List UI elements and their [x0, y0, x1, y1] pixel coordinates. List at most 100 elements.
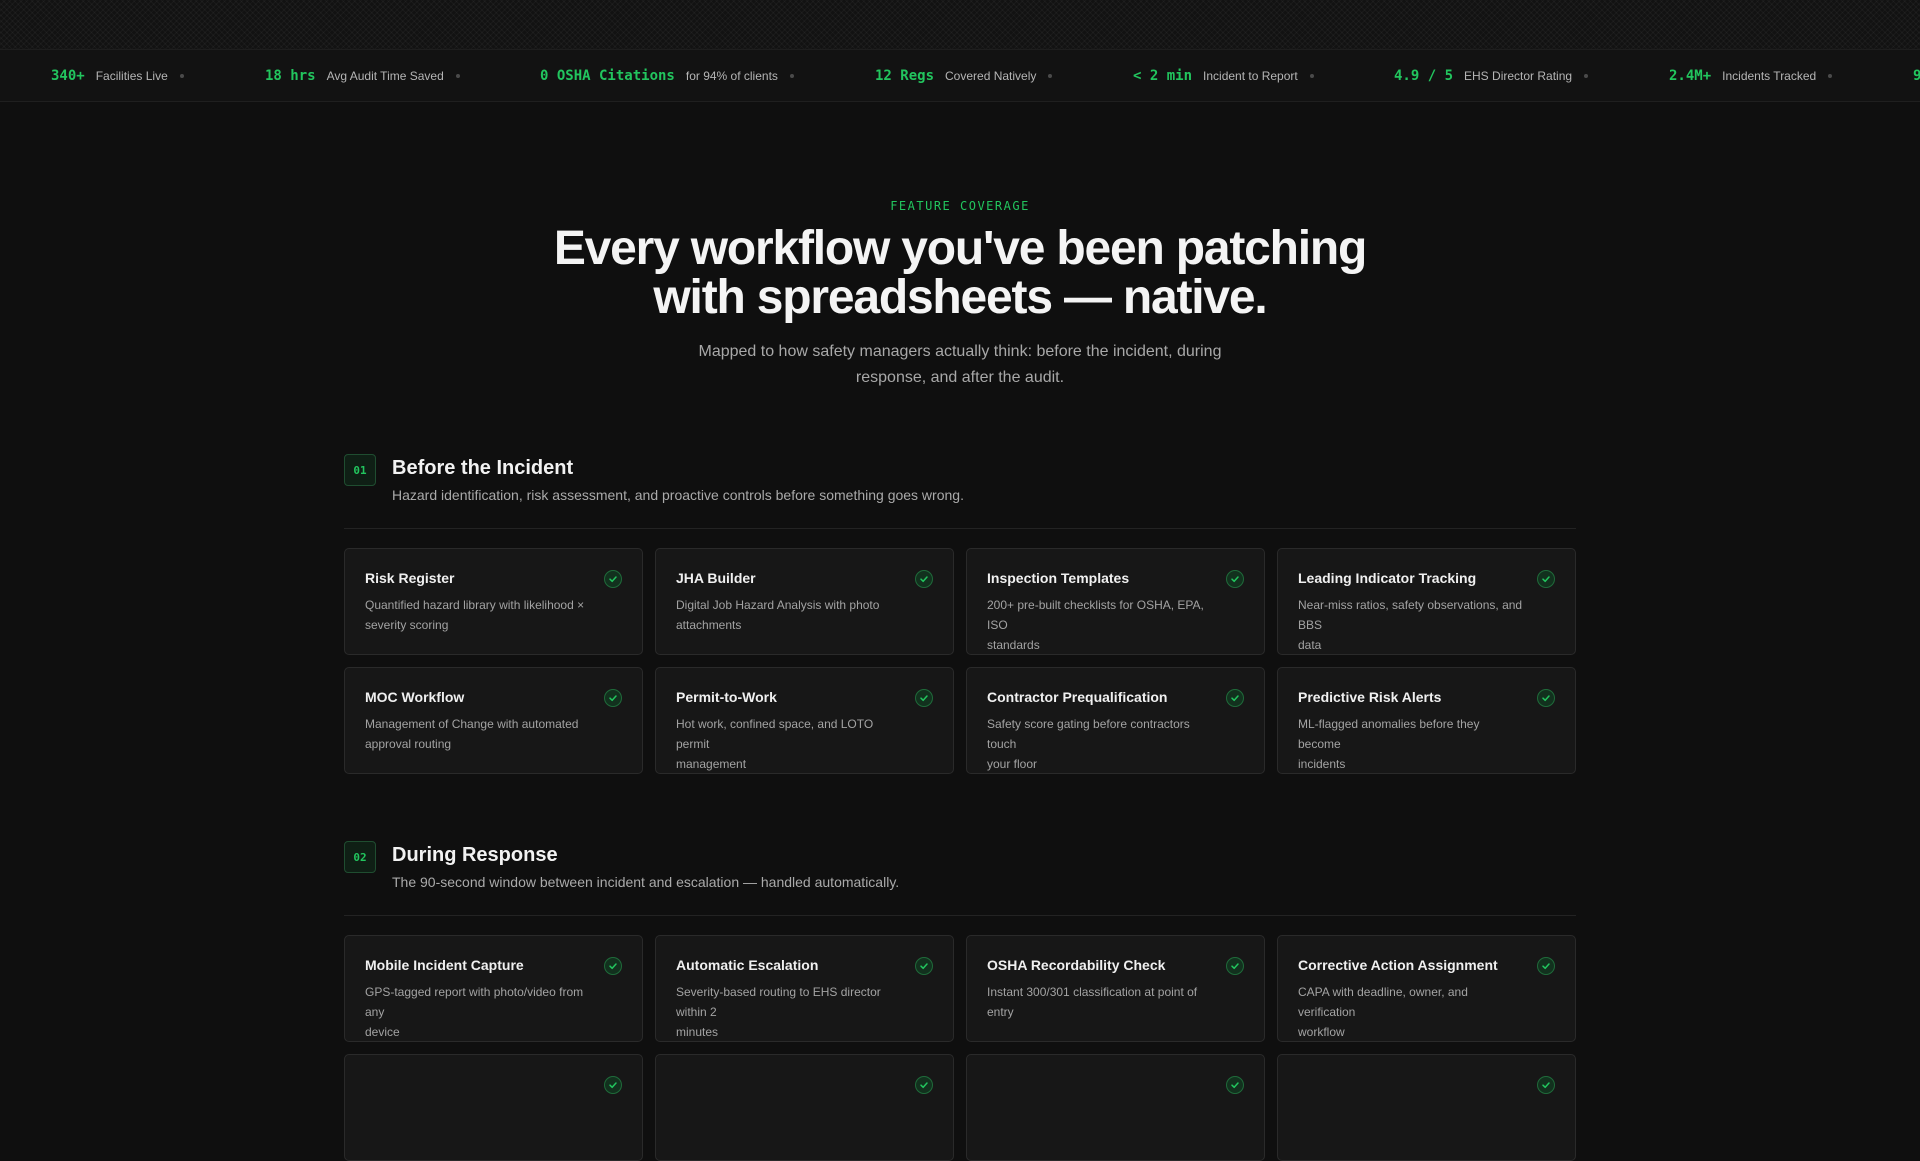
feature-card-description: 200+ pre-built checklists for OSHA, EPA,… — [987, 598, 1204, 652]
feature-card-title: Automatic Escalation — [676, 957, 819, 973]
check-circle-icon — [1226, 957, 1244, 975]
feature-card-description: Severity-based routing to EHS director w… — [676, 985, 881, 1039]
ticker-label: Incidents Tracked — [1722, 68, 1817, 83]
feature-card-permit-to-work[interactable]: Permit-to-Work Hot work, confined space,… — [655, 667, 954, 774]
feature-card-inspection-templates[interactable]: Inspection Templates 200+ pre-built chec… — [966, 548, 1265, 655]
feature-card-title: MOC Workflow — [365, 689, 465, 705]
check-circle-icon — [604, 1076, 622, 1094]
feature-card[interactable] — [655, 1054, 954, 1161]
check-circle-icon — [1537, 1076, 1555, 1094]
check-circle-icon — [1537, 689, 1555, 707]
feature-card-title: Mobile Incident Capture — [365, 957, 524, 973]
ticker-value: < 2 min — [1133, 67, 1193, 84]
section-header: 01 Before the Incident Hazard identifica… — [344, 454, 1576, 529]
ticker-item: 9 — [1913, 50, 1920, 101]
feature-card[interactable] — [1277, 1054, 1576, 1161]
ticker-track: 340+ Facilities Live 18 hrs Avg Audit Ti… — [0, 50, 1920, 101]
feature-card-description: ML-flagged anomalies before they become i… — [1298, 717, 1480, 771]
ticker-value: 0 OSHA Citations — [540, 67, 675, 84]
ticker-label: EHS Director Rating — [1464, 68, 1573, 83]
section-title: During Response — [392, 844, 558, 866]
section-description: Hazard identification, risk assessment, … — [392, 487, 964, 503]
ticker-item: 4.9 / 5 EHS Director Rating — [1394, 50, 1589, 101]
feature-card-description: Near-miss ratios, safety observations, a… — [1298, 598, 1523, 652]
feature-card-mobile-incident-capture[interactable]: Mobile Incident Capture GPS-tagged repor… — [344, 935, 643, 1042]
ticker-item: 2.4M+ Incidents Tracked — [1669, 50, 1833, 101]
feature-card-title: JHA Builder — [676, 570, 756, 586]
ticker-item: 340+ Facilities Live — [51, 50, 184, 101]
ticker-value: 4.9 / 5 — [1394, 67, 1454, 84]
feature-card[interactable] — [966, 1054, 1265, 1161]
feature-card-risk-register[interactable]: Risk Register Quantified hazard library … — [344, 548, 643, 655]
check-circle-icon — [1537, 957, 1555, 975]
dot-icon — [789, 73, 794, 78]
feature-card-description: CAPA with deadline, owner, and verificat… — [1298, 985, 1468, 1039]
feature-card-automatic-escalation[interactable]: Automatic Escalation Severity-based rout… — [655, 935, 954, 1042]
check-circle-icon — [915, 570, 933, 588]
check-circle-icon — [1226, 689, 1244, 707]
feature-card-leading-indicator-tracking[interactable]: Leading Indicator Tracking Near-miss rat… — [1277, 548, 1576, 655]
feature-card-predictive-risk-alerts[interactable]: Predictive Risk Alerts ML-flagged anomal… — [1277, 667, 1576, 774]
ticker-label: Incident to Report — [1203, 68, 1298, 83]
check-circle-icon — [604, 957, 622, 975]
page-title: Every workflow you've been patching with… — [360, 224, 1560, 322]
ticker-label: Covered Natively — [945, 68, 1037, 83]
feature-card-title: Leading Indicator Tracking — [1298, 570, 1477, 586]
top-pattern-strip — [0, 0, 1920, 50]
feature-card-description: Management of Change with automated appro… — [365, 717, 579, 751]
ticker-value: 12 Regs — [875, 67, 935, 84]
feature-card-description: Safety score gating before contractors t… — [987, 717, 1190, 771]
feature-card-description: Digital Job Hazard Analysis with photo at… — [676, 598, 880, 632]
section-number-badge: 01 — [344, 454, 376, 486]
dot-icon — [1048, 73, 1053, 78]
feature-card-moc-workflow[interactable]: MOC Workflow Management of Change with a… — [344, 667, 643, 774]
ticker-item: < 2 min Incident to Report — [1133, 50, 1314, 101]
dot-icon — [1828, 73, 1833, 78]
feature-card-title: Predictive Risk Alerts — [1298, 689, 1442, 705]
feature-card-title: Risk Register — [365, 570, 455, 586]
feature-card-description: Instant 300/301 classification at point … — [987, 985, 1198, 1019]
section-before-incident: 01 Before the Incident Hazard identifica… — [344, 454, 1576, 774]
feature-card-title: Permit-to-Work — [676, 689, 777, 705]
feature-grid: Mobile Incident Capture GPS-tagged repor… — [344, 935, 1576, 1161]
feature-card-title: OSHA Recordability Check — [987, 957, 1166, 973]
section-number-badge: 02 — [344, 841, 376, 873]
check-circle-icon — [1226, 1076, 1244, 1094]
ticker-label: Facilities Live — [95, 68, 168, 83]
check-circle-icon — [915, 1076, 933, 1094]
page-title-line: with spreadsheets — native. — [653, 271, 1267, 324]
feature-card-description: Hot work, confined space, and LOTO permi… — [676, 717, 874, 771]
check-circle-icon — [915, 689, 933, 707]
check-circle-icon — [1537, 570, 1555, 588]
feature-card-contractor-prequalification[interactable]: Contractor Prequalification Safety score… — [966, 667, 1265, 774]
feature-card-title: Inspection Templates — [987, 570, 1130, 586]
section-title: Before the Incident — [392, 457, 574, 479]
feature-card[interactable] — [344, 1054, 643, 1161]
ticker-item: 18 hrs Avg Audit Time Saved — [265, 50, 460, 101]
ticker-item: 12 Regs Covered Natively — [875, 50, 1053, 101]
dot-icon — [179, 73, 184, 78]
feature-card-osha-recordability-check[interactable]: OSHA Recordability Check Instant 300/301… — [966, 935, 1265, 1042]
check-circle-icon — [604, 689, 622, 707]
ticker-value: 340+ — [51, 67, 85, 84]
page-subtitle-line: Mapped to how safety managers actually t… — [698, 343, 1222, 360]
ticker-label: for 94% of clients — [685, 68, 778, 83]
ticker-value: 9 — [1913, 68, 1920, 84]
feature-card-title: Contractor Prequalification — [987, 689, 1168, 705]
feature-card-corrective-action-assignment[interactable]: Corrective Action Assignment CAPA with d… — [1277, 935, 1576, 1042]
check-circle-icon — [1226, 570, 1244, 588]
section-description: The 90-second window between incident an… — [392, 874, 900, 890]
feature-card-jha-builder[interactable]: JHA Builder Digital Job Hazard Analysis … — [655, 548, 954, 655]
dot-icon — [1584, 73, 1589, 78]
check-circle-icon — [915, 957, 933, 975]
page-subtitle-line: response, and after the audit. — [855, 369, 1065, 386]
dot-icon — [455, 73, 460, 78]
section-during-response: 02 During Response The 90-second window … — [344, 841, 1576, 1161]
eyebrow-label: FEATURE COVERAGE — [890, 199, 1030, 213]
section-header: 02 During Response The 90-second window … — [344, 841, 1576, 916]
ticker-item: 0 OSHA Citations for 94% of clients — [540, 50, 794, 101]
ticker-value: 18 hrs — [265, 67, 316, 84]
check-circle-icon — [604, 570, 622, 588]
page-title-line: Every workflow you've been patching — [553, 222, 1368, 275]
stats-ticker: 340+ Facilities Live 18 hrs Avg Audit Ti… — [0, 50, 1920, 102]
